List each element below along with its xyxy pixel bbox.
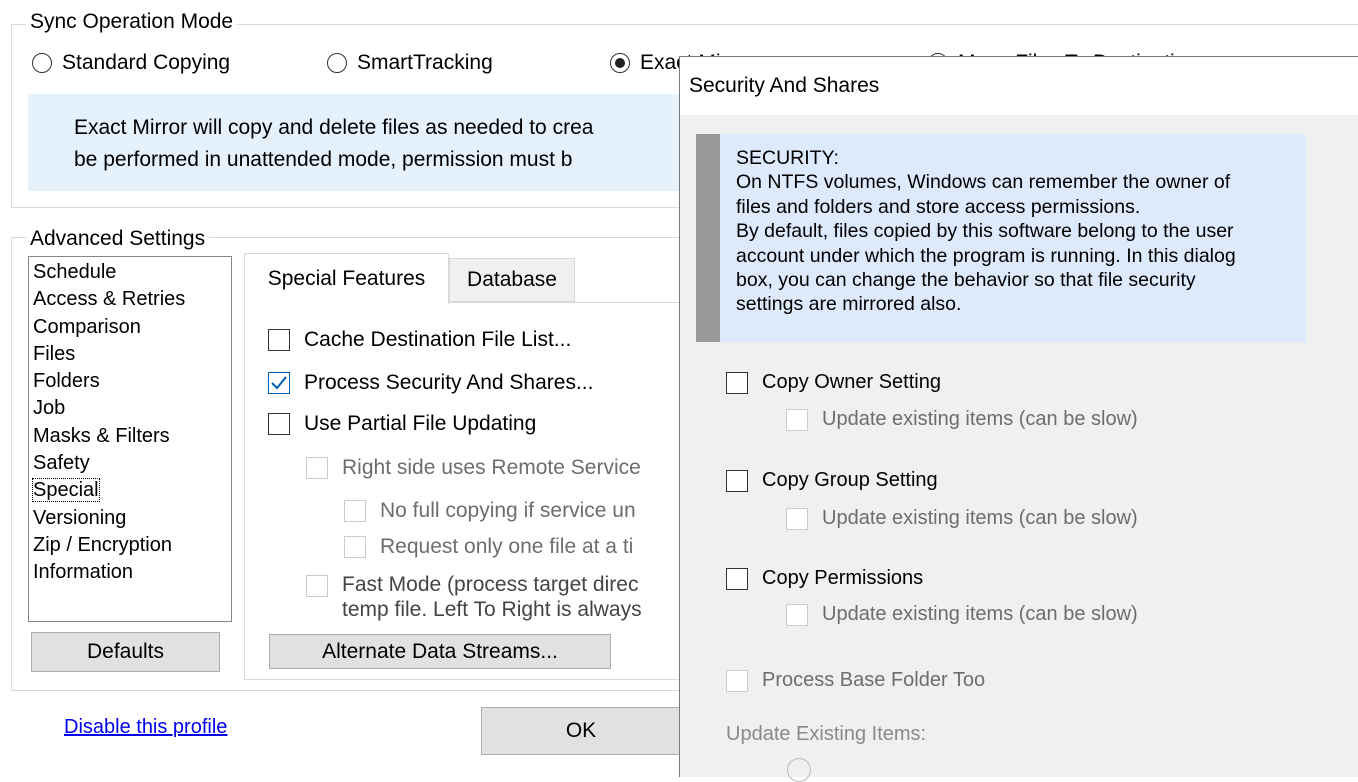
checkbox-box	[786, 408, 808, 431]
mode-description: Exact Mirror will copy and delete files …	[28, 94, 688, 191]
update-existing-items-label: Update Existing Items:	[726, 723, 927, 745]
defaults-button[interactable]: Defaults	[31, 632, 220, 672]
copy-owner-checkbox[interactable]: Copy Owner Setting	[726, 371, 941, 394]
advanced-settings-title: Advanced Settings	[26, 227, 210, 251]
sync-mode-title: Sync Operation Mode	[26, 10, 238, 34]
radio-selected-dot	[615, 58, 625, 68]
checkbox-label: Copy Permissions	[762, 567, 924, 589]
checkbox-label: Copy Group Setting	[762, 469, 938, 491]
checkbox-label: Update existing items (can be slow)	[822, 507, 1138, 529]
remote-service-checkbox[interactable]: Right side uses Remote Service	[306, 456, 641, 480]
one-file-checkbox[interactable]: Request only one file at a ti	[344, 535, 633, 559]
list-item[interactable]: Safety	[33, 450, 227, 477]
info-accent-bar	[696, 134, 720, 342]
partial-update-checkbox[interactable]: Use Partial File Updating	[268, 412, 536, 436]
list-item-selected[interactable]: Special	[32, 477, 227, 504]
list-item[interactable]: Access & Retries	[33, 286, 227, 313]
security-info-box: SECURITY: On NTFS volumes, Windows can r…	[696, 134, 1306, 342]
checkbox-box	[344, 500, 366, 522]
checkbox-box	[306, 575, 328, 597]
copy-group-checkbox[interactable]: Copy Group Setting	[726, 469, 938, 492]
checkbox-label: Copy Owner Setting	[762, 371, 941, 393]
radio-partial-icon	[787, 758, 811, 782]
checkbox-box	[726, 371, 748, 394]
radio-circle	[327, 53, 347, 73]
checkbox-label: Update existing items (can be slow)	[822, 408, 1138, 430]
security-info-text: SECURITY: On NTFS volumes, Windows can r…	[736, 147, 1236, 316]
list-item[interactable]: Files	[33, 341, 227, 368]
list-item[interactable]: Zip / Encryption	[33, 532, 227, 559]
process-security-checkbox[interactable]: Process Security And Shares...	[268, 371, 593, 395]
checkbox-label: Right side uses Remote Service	[342, 456, 641, 479]
checkbox-label: Update existing items (can be slow)	[822, 603, 1138, 625]
checkbox-label: Process Security And Shares...	[304, 371, 594, 394]
tab-database[interactable]: Database	[449, 258, 575, 302]
radio-smarttracking[interactable]: SmartTracking	[327, 51, 493, 75]
checkbox-box	[786, 507, 808, 530]
radio-circle	[32, 53, 52, 73]
cache-destination-checkbox[interactable]: Cache Destination File List...	[268, 328, 571, 352]
copy-permissions-update-existing-checkbox[interactable]: Update existing items (can be slow)	[786, 603, 1138, 626]
mode-description-line2: be performed in unattended mode, permiss…	[74, 148, 573, 171]
fast-mode-checkbox[interactable]: Fast Mode (process target direc temp fil…	[306, 572, 642, 622]
checkbox-box	[726, 669, 748, 692]
checkbox-box	[786, 603, 808, 626]
radio-label: Standard Copying	[62, 51, 231, 74]
list-item[interactable]: Information	[33, 559, 227, 586]
process-base-folder-checkbox[interactable]: Process Base Folder Too	[726, 669, 985, 692]
no-full-copy-checkbox[interactable]: No full copying if service un	[344, 499, 636, 523]
security-and-shares-dialog: Security And Shares SECURITY: On NTFS vo…	[679, 56, 1358, 782]
list-item[interactable]: Versioning	[33, 505, 227, 532]
checkbox-box	[726, 567, 748, 590]
checkbox-label: Use Partial File Updating	[304, 412, 537, 435]
checkbox-box	[268, 413, 290, 435]
copy-group-update-existing-checkbox[interactable]: Update existing items (can be slow)	[786, 507, 1138, 530]
list-item[interactable]: Schedule	[33, 259, 227, 286]
mode-description-line1: Exact Mirror will copy and delete files …	[74, 116, 594, 139]
tab-special-features[interactable]: Special Features	[244, 253, 449, 304]
checkmark-icon	[271, 376, 287, 390]
checkbox-label: Cache Destination File List...	[304, 328, 572, 351]
checkbox-label: Process Base Folder Too	[762, 669, 986, 691]
checkbox-box	[306, 457, 328, 479]
dialog-title: Security And Shares	[689, 74, 880, 97]
fast-mode-label: Fast Mode (process target direc temp fil…	[342, 573, 642, 621]
checkbox-box	[344, 536, 366, 558]
ok-button[interactable]: OK	[481, 707, 681, 755]
settings-category-list[interactable]: Schedule Access & Retries Comparison Fil…	[28, 256, 232, 622]
copy-permissions-checkbox[interactable]: Copy Permissions	[726, 567, 923, 590]
radio-circle	[610, 53, 630, 73]
list-item[interactable]: Comparison	[33, 314, 227, 341]
list-item[interactable]: Masks & Filters	[33, 423, 227, 450]
disable-profile-link[interactable]: Disable this profile	[64, 716, 227, 739]
list-item[interactable]: Job	[33, 395, 227, 422]
radio-standard-copying[interactable]: Standard Copying	[32, 51, 230, 75]
checkbox-box	[726, 469, 748, 492]
radio-label: SmartTracking	[357, 51, 493, 74]
alternate-data-streams-button[interactable]: Alternate Data Streams...	[269, 634, 611, 669]
list-item[interactable]: Folders	[33, 368, 227, 395]
checkbox-box	[268, 329, 290, 351]
dialog-titlebar[interactable]: Security And Shares	[680, 57, 1358, 115]
checkbox-label: Request only one file at a ti	[380, 535, 634, 558]
copy-owner-update-existing-checkbox[interactable]: Update existing items (can be slow)	[786, 408, 1138, 431]
special-features-panel	[244, 302, 694, 680]
checkbox-box	[268, 372, 290, 394]
checkbox-label: No full copying if service un	[380, 499, 636, 522]
